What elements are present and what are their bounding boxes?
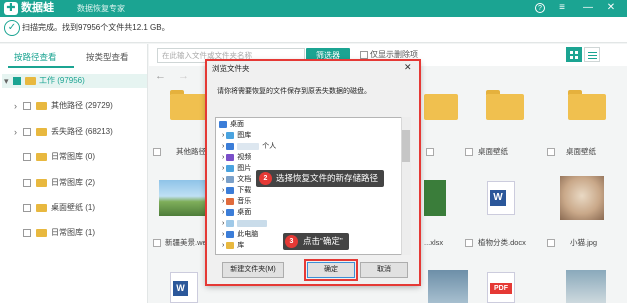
folder-icon[interactable]: [486, 94, 524, 120]
tree-item-root[interactable]: ▾ 工作 (97956): [2, 74, 147, 88]
tile-label: 桌面壁纸: [566, 147, 596, 156]
step-number-badge: 2: [259, 172, 272, 185]
folder-icon: [36, 204, 47, 212]
checkbox[interactable]: [23, 102, 31, 110]
forward-arrow-icon[interactable]: →: [178, 70, 189, 82]
checkbox[interactable]: [23, 204, 31, 212]
landscape-thumbnail[interactable]: [159, 180, 207, 216]
folder-icon: [36, 179, 47, 187]
tile-checkbox[interactable]: [153, 148, 161, 156]
tree-item[interactable]: › 其他路径 (29729): [14, 99, 144, 113]
folder-icon[interactable]: [170, 94, 208, 120]
scan-status-text: 扫描完成。找到97956个文件共12.1 GB。: [22, 23, 170, 32]
tree-item-label: 丢失路径 (68213): [51, 127, 113, 136]
folder-icon: [36, 153, 47, 161]
tree-item[interactable]: › 丢失路径 (68213): [14, 125, 144, 139]
active-tab-indicator: [8, 66, 74, 68]
pdf-document-icon[interactable]: PDF: [487, 272, 515, 303]
app-logo-icon: ✚: [4, 2, 18, 15]
step-number-badge: 3: [285, 235, 298, 248]
folder-icon: [25, 77, 36, 85]
folder-icon: [36, 229, 47, 237]
tree-item[interactable]: 日常图库 (2): [14, 176, 144, 190]
close-icon[interactable]: ✕: [605, 2, 617, 14]
tree-item-label: 日常图库 (0): [51, 152, 95, 161]
back-arrow-icon[interactable]: ←: [155, 70, 166, 82]
tile-label: 新疆美景.we: [165, 238, 207, 247]
help-icon[interactable]: ?: [535, 3, 545, 13]
image-thumbnail[interactable]: [428, 270, 468, 303]
app-name: 数据蛙: [21, 2, 54, 14]
folder-icon: [36, 102, 47, 110]
cat-photo-thumbnail[interactable]: [560, 176, 604, 220]
tree-item-label: 工作 (97956): [39, 76, 85, 85]
minimize-icon[interactable]: —: [582, 2, 594, 14]
tile-label: 小猫.jpg: [570, 238, 598, 247]
expand-icon[interactable]: ▾: [4, 74, 9, 88]
tile-label: 桌面壁纸: [478, 147, 508, 156]
tree-item[interactable]: 桌面壁纸 (1): [14, 201, 144, 215]
expand-icon[interactable]: ›: [14, 125, 17, 139]
checkbox[interactable]: [23, 128, 31, 136]
tree-item-label: 桌面壁纸 (1): [51, 203, 95, 212]
tile-label: ...xlsx: [424, 238, 444, 247]
checkbox[interactable]: [23, 153, 31, 161]
tab-by-type[interactable]: 按类型查看: [86, 52, 129, 63]
checkbox[interactable]: [23, 229, 31, 237]
expand-icon[interactable]: ›: [14, 99, 17, 113]
spreadsheet-thumbnail[interactable]: [424, 180, 446, 216]
tile-checkbox[interactable]: [465, 148, 473, 156]
tile-checkbox[interactable]: [465, 239, 473, 247]
checkbox[interactable]: [23, 179, 31, 187]
folder-icon[interactable]: [424, 94, 458, 120]
list-view-icon[interactable]: [584, 47, 600, 62]
tile-checkbox[interactable]: [153, 239, 161, 247]
tree-item-label: 日常图库 (2): [51, 178, 95, 187]
tile-label: 植物分类.docx: [478, 238, 526, 247]
checkbox-partial[interactable]: [13, 77, 21, 85]
tile-checkbox[interactable]: [547, 148, 555, 156]
folder-icon: [36, 128, 47, 136]
image-thumbnail[interactable]: [566, 270, 606, 303]
app-subtitle: 数据恢复专家: [77, 4, 125, 13]
word-document-icon[interactable]: W: [170, 272, 198, 303]
tree-item[interactable]: 日常图库 (1): [14, 226, 144, 240]
tile-checkbox[interactable]: [426, 148, 434, 156]
tile-label: 其他路径: [176, 147, 206, 156]
word-document-icon[interactable]: W: [487, 181, 515, 215]
callout-text: 点击“确定”: [303, 236, 343, 246]
menu-icon[interactable]: ≡: [556, 2, 568, 14]
check-icon: ✓: [4, 20, 20, 36]
tree-item-label: 其他路径 (29729): [51, 101, 113, 110]
tree-item[interactable]: 日常图库 (0): [14, 150, 144, 164]
tile-checkbox[interactable]: [547, 239, 555, 247]
callout-step-2: 选择恢复文件的新存储路径: [256, 170, 385, 187]
ok-button-highlight-frame: [304, 259, 358, 281]
folder-icon[interactable]: [568, 94, 606, 120]
tree-item-label: 日常图库 (1): [51, 228, 95, 237]
tab-by-path[interactable]: 按路径查看: [14, 52, 57, 63]
only-deleted-checkbox[interactable]: [360, 51, 368, 59]
grid-view-icon[interactable]: [566, 47, 582, 62]
callout-text: 选择恢复文件的新存储路径: [276, 173, 379, 183]
